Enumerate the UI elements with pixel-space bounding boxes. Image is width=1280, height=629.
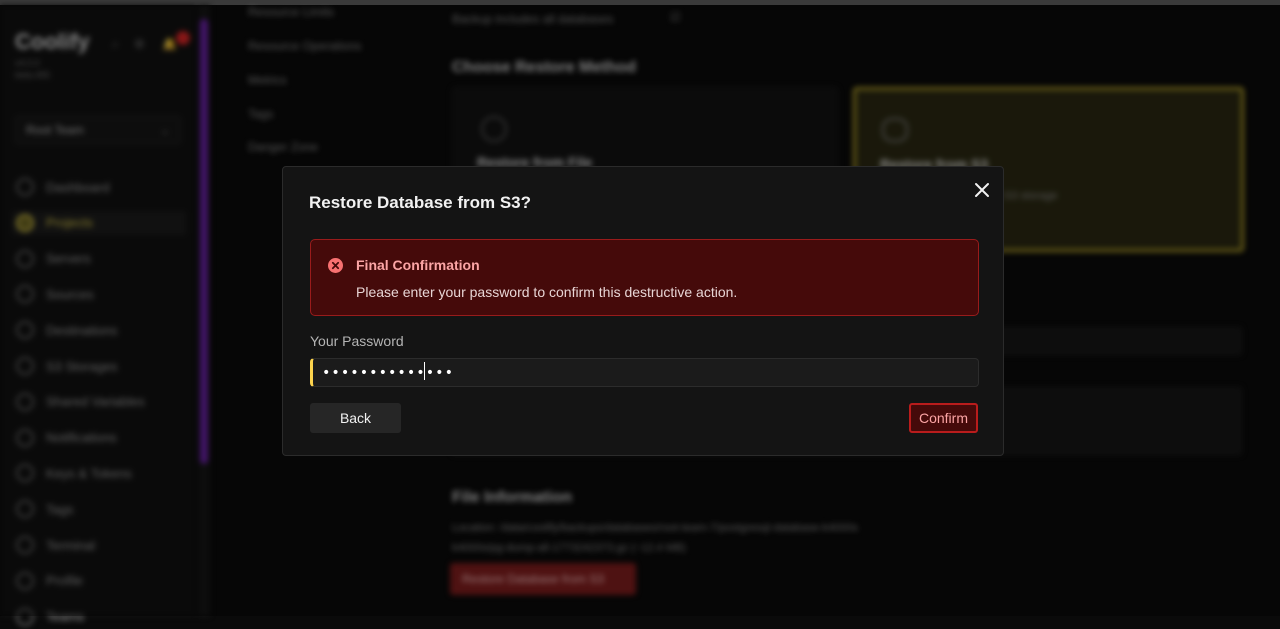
close-icon[interactable]: [971, 179, 993, 201]
modal-title: Restore Database from S3?: [309, 193, 532, 212]
back-button[interactable]: Back: [310, 403, 401, 433]
alert-message: Please enter your password to confirm th…: [356, 284, 738, 300]
error-circle-icon: [328, 258, 343, 273]
confirm-button[interactable]: Confirm: [909, 403, 978, 433]
final-confirmation-alert: Final Confirmation Please enter your pas…: [310, 239, 979, 316]
password-input[interactable]: [310, 358, 979, 387]
password-label: Your Password: [310, 333, 404, 349]
text-caret: [424, 362, 425, 380]
restore-confirm-modal: Restore Database from S3? Final Confirma…: [282, 166, 1004, 456]
alert-title: Final Confirmation: [356, 257, 480, 273]
